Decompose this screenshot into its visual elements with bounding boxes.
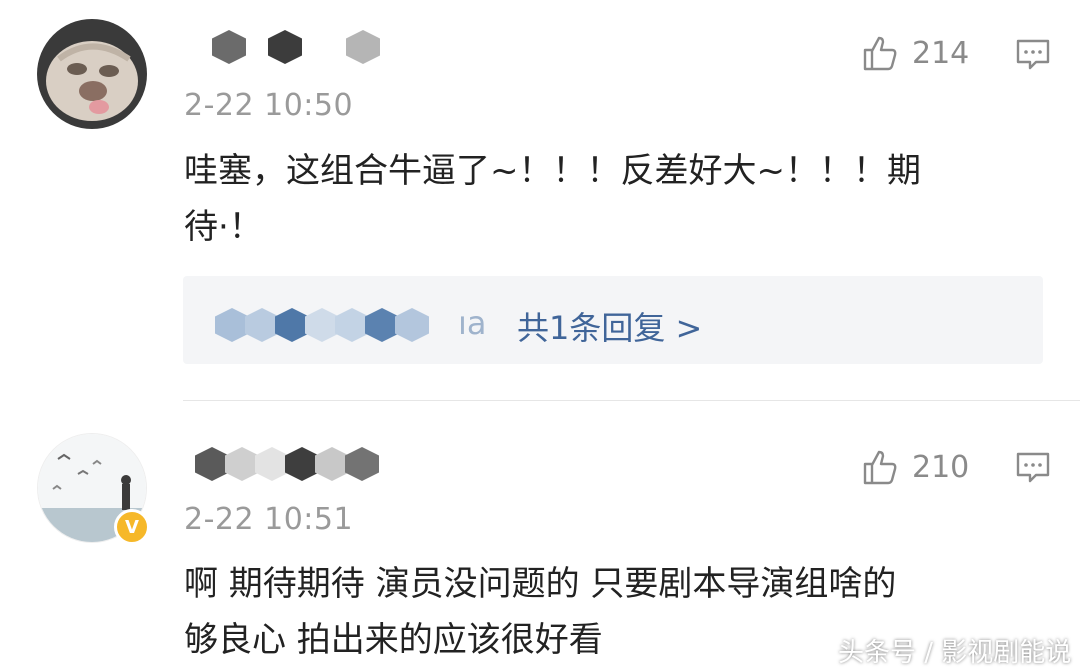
comment-icon <box>1016 39 1050 70</box>
username-masked-2[interactable] <box>195 447 379 481</box>
username-masked-1[interactable] <box>212 30 380 64</box>
comment-text-1-line1: 哇塞，这组合牛逼了~！！！反差好大~！！！期 <box>184 151 921 191</box>
reply-username-masked <box>215 308 429 342</box>
avatar-user-1[interactable] <box>37 19 147 129</box>
watermark: 头条号 / 影视剧能说 <box>838 638 1072 668</box>
comment-icon <box>1016 452 1050 483</box>
like-count-2: 210 <box>912 449 970 485</box>
comment-text-2-line1: 啊 期待期待 演员没问题的 只要剧本导演组啥的 <box>184 564 897 604</box>
like-button-2[interactable]: 210 <box>862 448 969 486</box>
comment-reply-button-1[interactable] <box>1015 38 1051 76</box>
thumbs-up-icon <box>863 36 897 71</box>
reply-username-tail: ıa <box>458 304 487 342</box>
thumbs-up-icon <box>863 450 897 485</box>
comment-divider <box>183 400 1080 401</box>
timestamp-1: 2-22 10:50 <box>184 88 354 123</box>
like-button-1[interactable]: 214 <box>862 34 969 72</box>
verified-v-icon: V <box>114 509 150 545</box>
like-count-1: 214 <box>912 35 970 71</box>
comment-text-1-line2: 待·！ <box>184 207 263 247</box>
reply-preview-box[interactable]: ıa 共1条回复 > <box>183 276 1043 364</box>
comment-reply-button-2[interactable] <box>1015 451 1051 489</box>
timestamp-2: 2-22 10:51 <box>184 502 354 537</box>
view-replies-link[interactable]: 共1条回复 > <box>517 303 702 349</box>
comment-text-1: 哇塞，这组合牛逼了~！！！反差好大~！！！期 待·！ <box>184 143 1044 255</box>
